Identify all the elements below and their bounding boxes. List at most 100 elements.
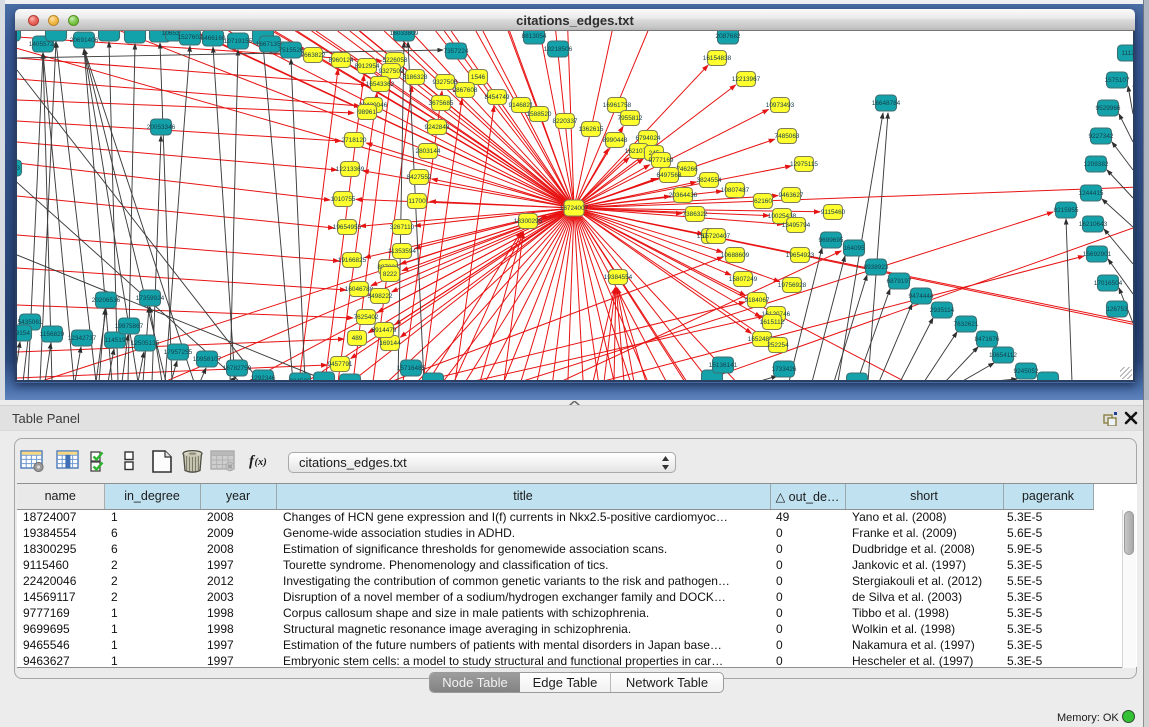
- svg-text:12213967: 12213967: [732, 76, 761, 83]
- svg-text:3267110: 3267110: [390, 224, 415, 231]
- svg-text:164095: 164095: [843, 245, 865, 252]
- svg-text:3824554: 3824554: [697, 177, 722, 184]
- svg-text:9245052: 9245052: [1014, 368, 1039, 375]
- svg-text:12213369: 12213369: [336, 166, 365, 173]
- svg-text:11353594: 11353594: [388, 248, 416, 255]
- svg-text:6466160: 6466160: [201, 35, 226, 42]
- svg-text:9457791: 9457791: [328, 361, 353, 368]
- svg-text:8938923: 8938923: [864, 264, 889, 271]
- svg-text:169144: 169144: [379, 340, 401, 347]
- svg-text:9242848: 9242848: [425, 124, 450, 131]
- svg-text:9699695: 9699695: [819, 237, 844, 244]
- svg-text:2867608: 2867608: [453, 87, 478, 94]
- svg-text:9327509: 9327509: [379, 68, 404, 75]
- svg-text:17957255: 17957255: [164, 349, 193, 356]
- svg-text:2803144: 2803144: [416, 148, 441, 155]
- svg-text:10654112: 10654112: [989, 352, 1017, 359]
- svg-text:1209382: 1209382: [1084, 161, 1109, 168]
- svg-text:1615112: 1615112: [760, 319, 785, 326]
- svg-text:2718120: 2718120: [342, 137, 367, 144]
- svg-text:16210643: 16210643: [1079, 221, 1108, 228]
- svg-text:1112: 1112: [1121, 50, 1133, 57]
- svg-text:7663822: 7663822: [301, 52, 326, 59]
- svg-text:9463627: 9463627: [779, 192, 804, 199]
- svg-text:8912954: 8912954: [355, 63, 380, 70]
- svg-text:1733426: 1733426: [772, 366, 797, 373]
- svg-text:62160: 62160: [754, 198, 772, 205]
- svg-text:1292346: 1292346: [251, 375, 276, 382]
- svg-text:7625402: 7625402: [354, 314, 379, 321]
- svg-text:924505: 924505: [289, 378, 311, 382]
- svg-text:12975115: 12975115: [790, 161, 818, 168]
- svg-text:16648784: 16648784: [872, 100, 901, 107]
- svg-text:19218506: 19218506: [544, 46, 573, 53]
- svg-text:1156829: 1156829: [40, 331, 65, 338]
- svg-text:7357224: 7357224: [444, 48, 469, 55]
- svg-text:6497568: 6497568: [657, 172, 682, 179]
- svg-text:8454749: 8454749: [485, 94, 510, 101]
- svg-text:3498222: 3498222: [368, 293, 393, 300]
- svg-text:1010755: 1010755: [331, 196, 356, 203]
- svg-text:10973493: 10973493: [766, 102, 795, 109]
- svg-text:12505135: 12505135: [131, 340, 160, 347]
- svg-text:14055724: 14055724: [29, 41, 58, 48]
- svg-text:8471676: 8471676: [975, 336, 1000, 343]
- svg-text:15692901: 15692901: [1083, 251, 1112, 258]
- svg-text:8222: 8222: [383, 271, 398, 278]
- svg-text:10688609: 10688609: [721, 252, 750, 259]
- svg-text:7485063: 7485063: [775, 133, 800, 140]
- svg-text:19756928: 19756928: [778, 282, 807, 289]
- svg-text:1575107: 1575107: [1105, 77, 1130, 84]
- svg-text:15716485: 15716485: [397, 365, 426, 372]
- svg-text:18300295: 18300295: [514, 218, 543, 225]
- svg-text:6794024: 6794024: [636, 135, 661, 142]
- svg-text:98961: 98961: [358, 109, 376, 116]
- svg-text:9327508: 9327508: [433, 79, 458, 86]
- svg-text:17016504: 17016504: [1094, 280, 1123, 287]
- svg-text:19654923: 19654923: [786, 252, 815, 259]
- svg-text:16033809: 16033809: [390, 31, 419, 37]
- svg-text:9529966: 9529966: [1096, 105, 1121, 112]
- svg-text:9115460: 9115460: [821, 209, 846, 216]
- svg-text:16543362: 16543362: [366, 81, 395, 88]
- svg-text:6914479: 6914479: [372, 327, 397, 334]
- svg-text:39153: 39153: [17, 165, 20, 172]
- svg-text:16154838: 16154838: [703, 55, 732, 62]
- svg-text:13495794: 13495794: [782, 222, 811, 229]
- svg-text:18724007: 18724007: [560, 205, 589, 212]
- svg-text:3675685: 3675685: [429, 100, 454, 107]
- svg-text:7515526: 7515526: [279, 47, 304, 54]
- svg-text:9474444: 9474444: [909, 293, 934, 300]
- svg-text:12342737: 12342737: [68, 335, 97, 342]
- svg-text:20691406: 20691406: [70, 37, 99, 44]
- svg-text:8960124: 8960124: [329, 57, 354, 64]
- svg-text:39154: 39154: [17, 330, 30, 337]
- svg-text:9777169: 9777169: [649, 157, 674, 164]
- svg-text:11700: 11700: [408, 198, 426, 205]
- svg-text:16782759: 16782759: [223, 365, 252, 372]
- svg-text:15807249: 15807249: [729, 276, 758, 283]
- svg-text:8220337: 8220337: [553, 118, 578, 125]
- svg-text:252254: 252254: [767, 342, 789, 349]
- svg-text:8215955: 8215955: [1054, 207, 1079, 214]
- svg-text:126753: 126753: [1106, 306, 1128, 313]
- svg-text:19654955: 19654955: [333, 224, 362, 231]
- svg-text:7632621: 7632621: [954, 321, 979, 328]
- svg-text:10807487: 10807487: [721, 187, 750, 194]
- svg-text:15720407: 15720407: [702, 233, 731, 240]
- svg-text:8186328: 8186328: [403, 74, 428, 81]
- svg-text:16046788: 16046788: [345, 286, 374, 293]
- svg-text:8427552: 8427552: [407, 174, 432, 181]
- svg-text:8990448: 8990448: [603, 137, 628, 144]
- svg-text:7386322: 7386322: [683, 211, 708, 218]
- svg-text:1588520: 1588520: [527, 111, 552, 118]
- svg-text:19975867: 19975867: [115, 323, 144, 330]
- svg-text:17359924: 17359924: [136, 295, 165, 302]
- svg-text:1527602: 1527602: [178, 34, 203, 41]
- svg-text:7955812: 7955812: [618, 115, 643, 122]
- svg-text:9184067: 9184067: [745, 297, 770, 304]
- svg-text:(x): (x): [255, 457, 267, 468]
- svg-text:2935114: 2935114: [930, 307, 955, 314]
- svg-text:10719155: 10719155: [224, 38, 253, 45]
- svg-text:19384554: 19384554: [604, 274, 633, 281]
